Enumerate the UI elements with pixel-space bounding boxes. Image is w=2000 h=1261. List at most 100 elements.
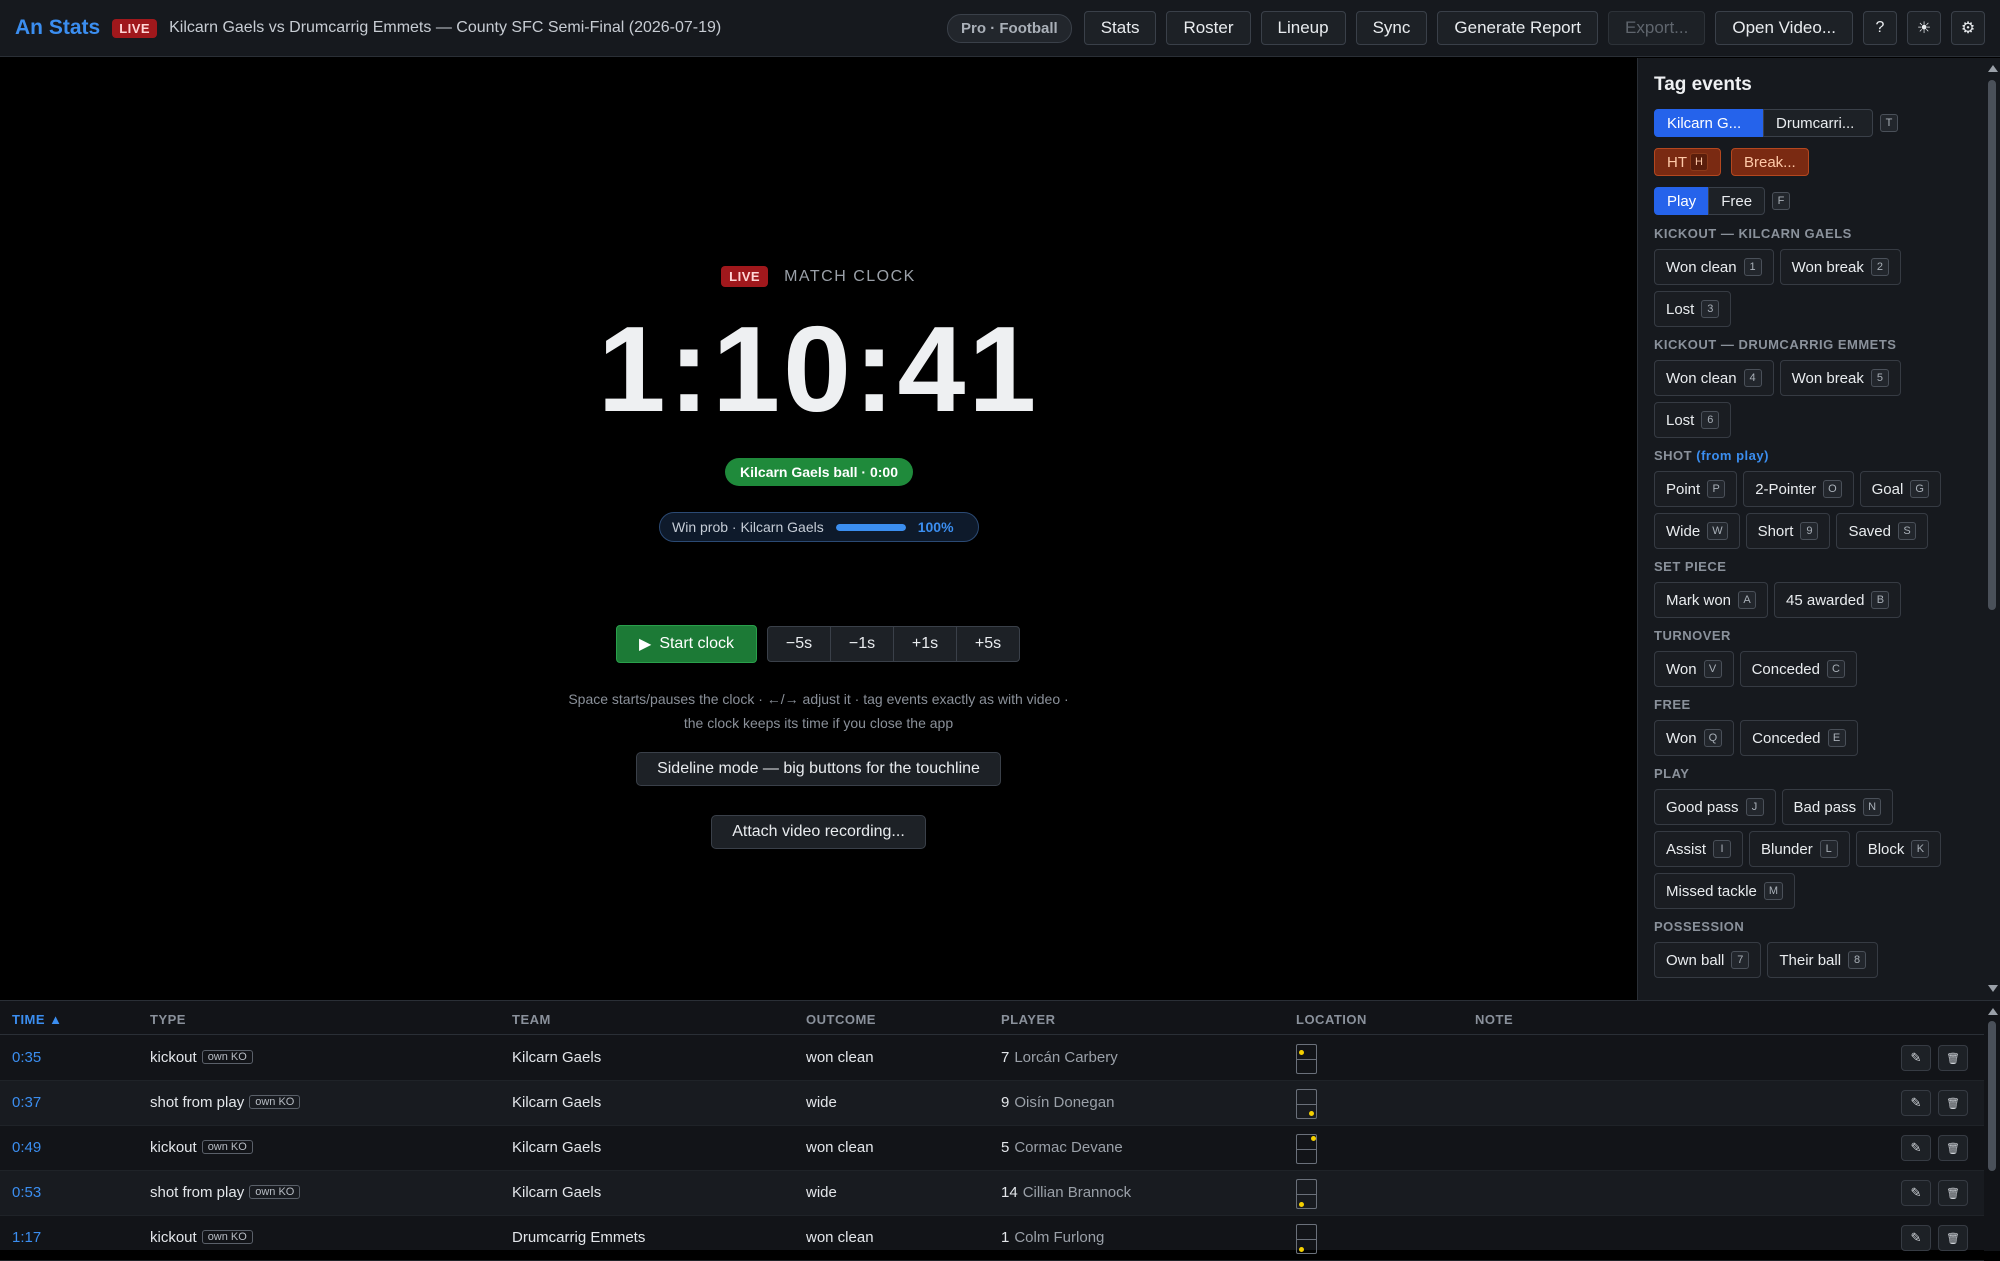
table-row[interactable]: 0:49 kickout own KO Kilcarn Gaels won clean 5… [0,1126,1984,1171]
theme-toggle-icon[interactable]: ☀ [1907,11,1941,45]
tag-panel-scrollbar[interactable] [1984,58,2000,1000]
break-button[interactable]: Break... [1731,148,1809,176]
delete-trash-icon[interactable]: 🗑 [1938,1135,1968,1161]
tag-button[interactable]: Point P [1654,471,1738,507]
tag-button[interactable]: Wide W [1654,513,1740,549]
edit-pencil-icon[interactable]: ✎ [1901,1090,1931,1116]
tag-section-label: TURNOVER [1654,628,1979,643]
event-time[interactable]: 0:35 [12,1049,41,1066]
event-time[interactable]: 0:37 [12,1094,41,1111]
col-time[interactable]: TIME ▲ [12,1012,63,1027]
tag-button[interactable]: Assist I [1654,831,1744,867]
tag-sections: KICKOUT — KILCARN GAELS Won clean 1 Won bre… [1654,226,1979,978]
event-time[interactable]: 1:17 [12,1229,41,1246]
tag-panel-content: Tag events Kilcarn G... Drumcarri... T H… [1654,74,1979,988]
tag-button[interactable]: Lost 6 [1654,402,1732,438]
tag-button[interactable]: Won Q [1654,720,1735,756]
team-tab-away[interactable]: Drumcarri... [1763,109,1873,137]
delete-trash-icon[interactable]: 🗑 [1938,1045,1968,1071]
roster-button[interactable]: Roster [1166,11,1251,45]
tag-button[interactable]: Won break 2 [1779,249,1901,285]
stats-button[interactable]: Stats [1083,11,1157,45]
tag-button-label: Short [1757,522,1794,540]
scroll-down-icon[interactable] [1988,985,1998,992]
start-clock-button[interactable]: ▶ Start clock [616,625,757,663]
col-player[interactable]: PLAYER [1001,1012,1056,1027]
edit-pencil-icon[interactable]: ✎ [1901,1135,1931,1161]
minus-5s-button[interactable]: −5s [767,626,831,662]
location-mini-pitch[interactable] [1296,1089,1317,1119]
tag-button-label: Won break [1791,369,1864,387]
tag-button[interactable]: Good pass J [1654,789,1776,825]
tag-button-label: Missed tackle [1666,882,1757,900]
tag-button[interactable]: 2-Pointer O [1743,471,1854,507]
tag-button[interactable]: Bad pass N [1781,789,1894,825]
edit-pencil-icon[interactable]: ✎ [1901,1180,1931,1206]
event-outcome: won clean [806,1049,874,1066]
col-outcome[interactable]: OUTCOME [806,1012,876,1027]
generate-report-button[interactable]: Generate Report [1437,11,1599,45]
tag-button[interactable]: Lost 3 [1654,291,1732,327]
mode-tab-free[interactable]: Free [1708,187,1766,215]
tag-button[interactable]: Their ball 8 [1767,942,1879,978]
lineup-button[interactable]: Lineup [1260,11,1346,45]
tag-button[interactable]: Short 9 [1745,513,1831,549]
table-row[interactable]: 0:37 shot from play own KO Kilcarn Gaels wid… [0,1081,1984,1126]
col-team[interactable]: TEAM [512,1012,551,1027]
edit-pencil-icon[interactable]: ✎ [1901,1045,1931,1071]
sync-button[interactable]: Sync [1355,11,1428,45]
edit-pencil-icon[interactable]: ✎ [1901,1225,1931,1251]
event-time[interactable]: 0:53 [12,1184,41,1201]
col-note[interactable]: NOTE [1475,1012,1513,1027]
mode-chip[interactable]: Pro · Football [947,13,1072,43]
delete-trash-icon[interactable]: 🗑 [1938,1090,1968,1116]
delete-trash-icon[interactable]: 🗑 [1938,1225,1968,1251]
event-type: kickout own KO [150,1229,253,1246]
tag-section-title: KICKOUT — KILCARN GAELS [1654,226,1852,241]
col-location[interactable]: LOCATION [1296,1012,1367,1027]
attach-video-button[interactable]: Attach video recording... [711,815,926,849]
location-mini-pitch[interactable] [1296,1179,1317,1209]
tag-button-label: Block [1867,840,1905,858]
tag-button[interactable]: Missed tackle M [1654,873,1796,909]
tag-button[interactable]: Conceded E [1740,720,1858,756]
tag-button[interactable]: Block K [1855,831,1942,867]
open-video-button[interactable]: Open Video... [1715,11,1853,45]
location-mini-pitch[interactable] [1296,1134,1317,1164]
events-scroll-up-icon[interactable] [1988,1008,1998,1015]
help-icon[interactable]: ? [1863,11,1897,45]
tag-button[interactable]: Mark won A [1654,582,1769,618]
table-row[interactable]: 0:35 kickout own KO Kilcarn Gaels won clean 7… [0,1036,1984,1081]
mode-tab-play[interactable]: Play [1654,187,1710,215]
scroll-up-icon[interactable] [1988,65,1998,72]
tag-button[interactable]: Blunder L [1749,831,1850,867]
tag-button[interactable]: Saved S [1836,513,1928,549]
events-scroll-thumb[interactable] [1988,1021,1996,1171]
tag-button[interactable]: Own ball 7 [1654,942,1762,978]
tag-section-label: KICKOUT — DRUMCARRIG EMMETS [1654,337,1979,352]
table-row[interactable]: 1:17 kickout own KO Drumcarrig Emmets won cl… [0,1216,1984,1261]
tag-button[interactable]: Won clean 4 [1654,360,1774,396]
event-time[interactable]: 0:49 [12,1139,41,1156]
tag-button[interactable]: Won break 5 [1779,360,1901,396]
table-row[interactable]: 0:53 shot from play own KO Kilcarn Gaels wid… [0,1171,1984,1216]
plus-5s-button[interactable]: +5s [956,626,1020,662]
half-time-button[interactable]: HT H [1654,148,1721,176]
tag-button[interactable]: Conceded C [1739,651,1857,687]
minus-1s-button[interactable]: −1s [830,626,894,662]
location-mini-pitch[interactable] [1296,1044,1317,1074]
tag-button[interactable]: Won V [1654,651,1734,687]
plus-1s-button[interactable]: +1s [893,626,957,662]
delete-trash-icon[interactable]: 🗑 [1938,1180,1968,1206]
export-button[interactable]: Export... [1608,11,1706,45]
scroll-thumb[interactable] [1988,80,1996,610]
sideline-mode-button[interactable]: Sideline mode — big buttons for the touc… [636,752,1001,786]
col-type[interactable]: TYPE [150,1012,186,1027]
tag-button[interactable]: 45 awarded B [1774,582,1902,618]
tag-section-title: PLAY [1654,766,1690,781]
events-scrollbar[interactable] [1984,1001,2000,1251]
settings-gear-icon[interactable]: ⚙ [1951,11,1985,45]
tag-button[interactable]: Won clean 1 [1654,249,1774,285]
tag-button[interactable]: Goal G [1859,471,1941,507]
team-tab-home[interactable]: Kilcarn G... [1654,109,1764,137]
